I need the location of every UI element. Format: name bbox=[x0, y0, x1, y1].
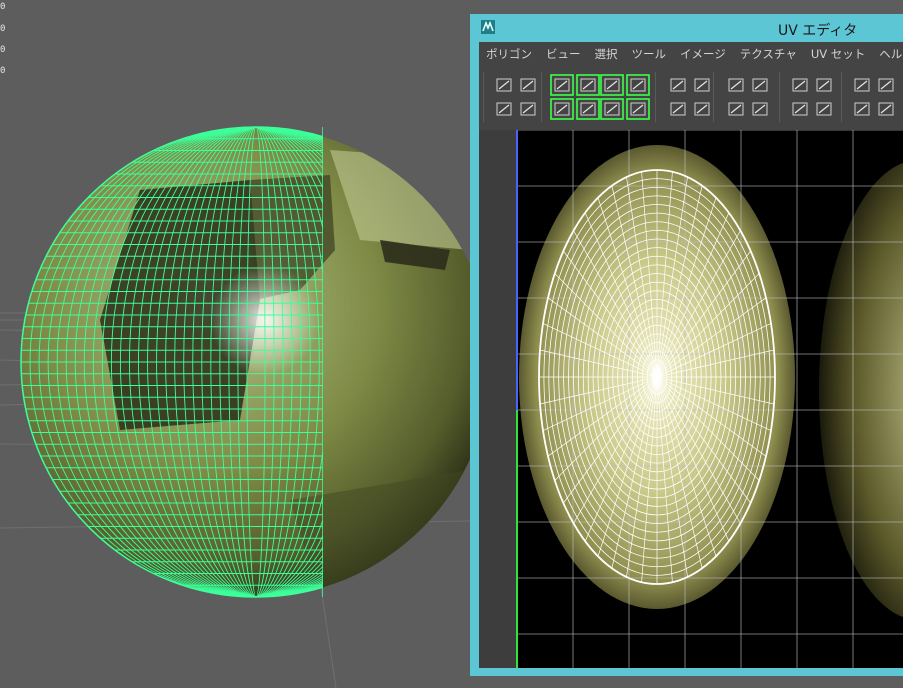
hud-value-2: 0 bbox=[0, 24, 6, 34]
align-stack-icon[interactable] bbox=[728, 78, 744, 92]
unfold-icon[interactable] bbox=[550, 74, 574, 96]
move-right-icon[interactable] bbox=[816, 78, 832, 92]
flip-u-icon[interactable] bbox=[670, 78, 686, 92]
move-up-icon[interactable] bbox=[816, 102, 832, 116]
grid-snap-icon[interactable] bbox=[496, 78, 512, 92]
add-uv-icon[interactable] bbox=[878, 78, 894, 92]
hud-value-4: 0 bbox=[0, 66, 6, 76]
uv-editor-body: ポリゴン ビュー 選択 ツール イメージ テクスチャ UV セット ヘルプ bbox=[479, 42, 903, 668]
normalize-icon[interactable] bbox=[752, 78, 768, 92]
menu-select[interactable]: 選択 bbox=[588, 46, 625, 62]
menu-uvset[interactable]: UV セット bbox=[804, 46, 872, 62]
distribute-icon[interactable] bbox=[854, 78, 870, 92]
snap-icon[interactable] bbox=[854, 102, 870, 116]
menu-tool[interactable]: ツール bbox=[625, 46, 674, 62]
hud-value-1: 0 bbox=[0, 2, 6, 12]
move-down-icon[interactable] bbox=[792, 102, 808, 116]
gather-icon[interactable] bbox=[752, 102, 768, 116]
hud-value-3: 0 bbox=[0, 45, 6, 55]
uv-canvas-svg[interactable] bbox=[479, 130, 903, 668]
select-border-icon[interactable] bbox=[496, 102, 512, 116]
spread-icon[interactable] bbox=[728, 102, 744, 116]
uv-editor-window[interactable]: UV エディタ ポリゴン ビュー 選択 ツール イメージ テクスチャ UV セッ… bbox=[470, 14, 903, 676]
select-shell-icon[interactable] bbox=[550, 98, 574, 120]
uv-toolbar bbox=[479, 66, 903, 130]
rotate-ccw-icon[interactable] bbox=[670, 102, 686, 116]
create-uv-icon[interactable] bbox=[576, 98, 600, 120]
stack-icon[interactable] bbox=[878, 102, 894, 116]
select-pointer-icon[interactable] bbox=[520, 102, 536, 116]
menu-view[interactable]: ビュー bbox=[539, 46, 588, 62]
menu-help[interactable]: ヘルプ bbox=[872, 46, 903, 62]
window-title: UV エディタ bbox=[778, 23, 858, 39]
uv-canvas[interactable] bbox=[479, 130, 903, 668]
menu-texture[interactable]: テクスチャ bbox=[733, 46, 804, 62]
toolbar-icons bbox=[496, 74, 894, 120]
maya-app-icon[interactable] bbox=[481, 20, 495, 34]
uv-layout-icon[interactable] bbox=[520, 78, 536, 92]
move-left-icon[interactable] bbox=[792, 78, 808, 92]
uv-shell-wireframe[interactable] bbox=[538, 169, 776, 585]
menubar: ポリゴン ビュー 選択 ツール イメージ テクスチャ UV セット ヘルプ bbox=[479, 42, 903, 66]
smooth-uv-icon[interactable] bbox=[600, 98, 624, 120]
rotate-cw-icon[interactable] bbox=[694, 102, 710, 116]
uv-editor-titlebar[interactable]: UV エディタ bbox=[470, 14, 903, 42]
split-uv-icon[interactable] bbox=[626, 74, 650, 96]
menu-image[interactable]: イメージ bbox=[673, 46, 733, 62]
relax-icon[interactable] bbox=[626, 98, 650, 120]
menu-polygon[interactable]: ポリゴン bbox=[479, 46, 539, 62]
flip-v-icon[interactable] bbox=[694, 78, 710, 92]
sew-uv-icon[interactable] bbox=[600, 74, 624, 96]
cut-uv-icon[interactable] bbox=[576, 74, 600, 96]
